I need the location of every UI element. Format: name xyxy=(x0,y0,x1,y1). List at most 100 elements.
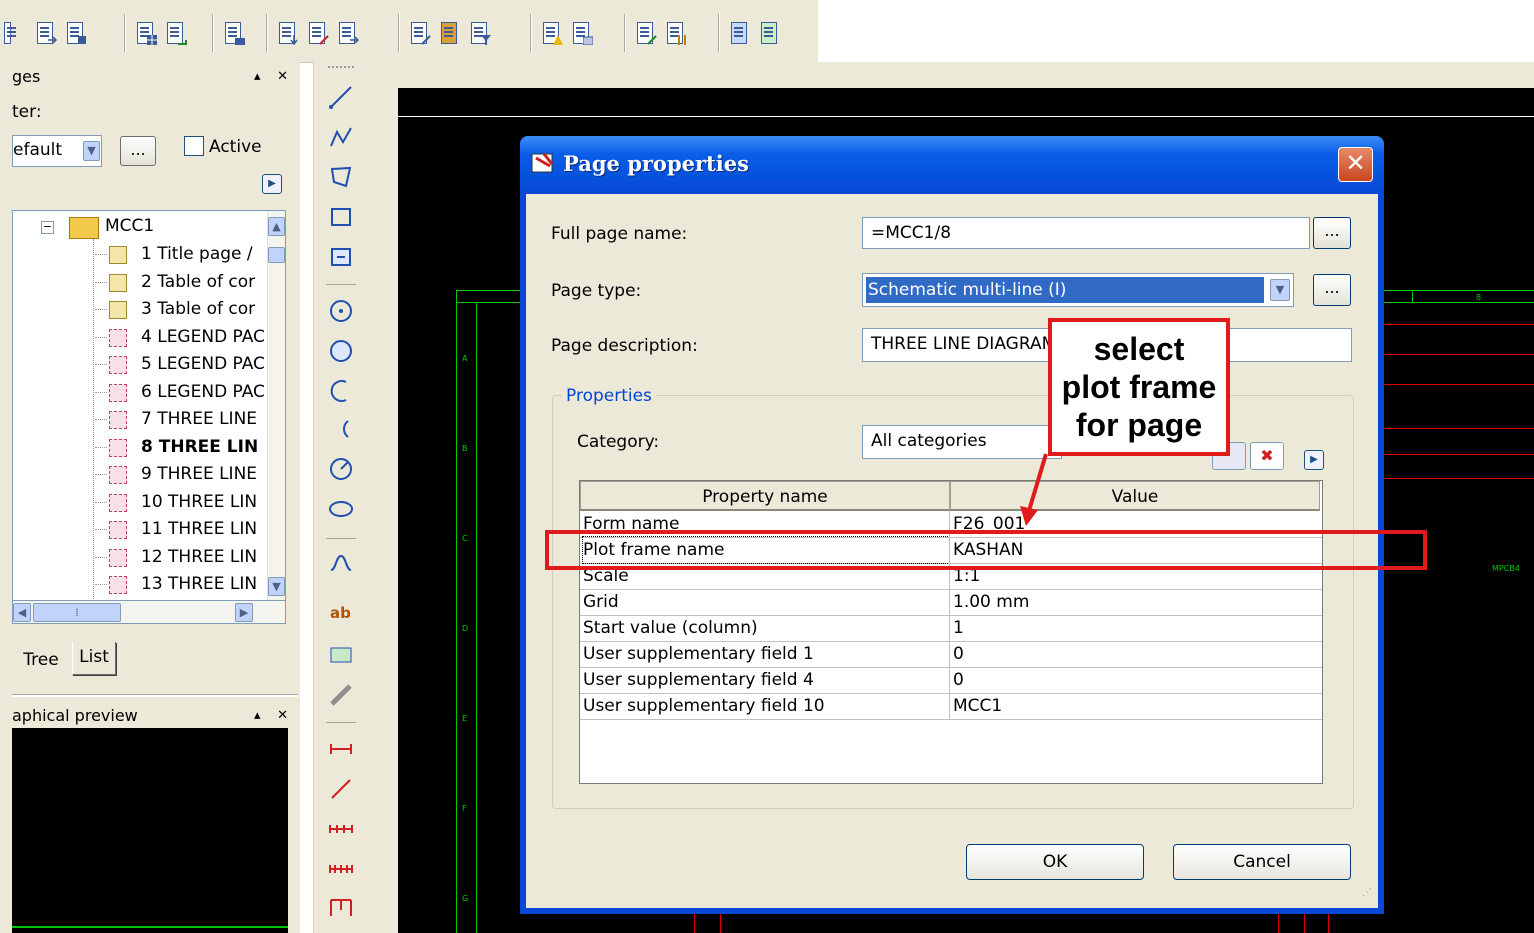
tree-item[interactable]: 3 Table of cor xyxy=(141,296,255,323)
property-value-cell[interactable]: MCC1 xyxy=(953,693,1319,719)
page-table-icon[interactable] xyxy=(134,20,158,46)
scroll-right-icon[interactable]: ▶ xyxy=(235,603,253,622)
line-tool-icon[interactable] xyxy=(328,84,354,110)
resize-grip-icon[interactable]: ⋰ xyxy=(1354,884,1372,902)
tree-horizontal-scrollbar[interactable]: ◀ ⁞ ▶ xyxy=(12,600,286,624)
scroll-left-icon[interactable]: ◀ xyxy=(13,603,31,622)
tree-item[interactable]: 5 LEGEND PAC xyxy=(141,351,265,378)
page-report-icon[interactable] xyxy=(438,20,462,46)
ok-button[interactable]: OK xyxy=(966,844,1144,880)
tree-vertical-scrollbar[interactable]: ▲ ▼ xyxy=(267,211,285,601)
page-insert-icon[interactable] xyxy=(164,20,188,46)
row-letter: G xyxy=(462,894,469,903)
svg-text:ab: ab xyxy=(330,604,351,622)
link-tool-icon[interactable] xyxy=(328,682,354,708)
tree-item[interactable]: 2 Table of cor xyxy=(141,269,255,296)
arc-tool-icon[interactable] xyxy=(328,378,354,404)
page-tool-icon[interactable] xyxy=(4,20,28,46)
active-checkbox[interactable] xyxy=(184,136,204,156)
preview-frame-line xyxy=(12,926,288,928)
project-folder-icon xyxy=(69,217,99,239)
collapse-toggle-icon[interactable]: − xyxy=(41,221,54,234)
circle-center-tool-icon[interactable] xyxy=(328,298,354,324)
polygon-tool-icon[interactable] xyxy=(328,164,354,190)
expand-arrow-icon[interactable]: ▶ xyxy=(1304,450,1324,470)
filter-dots-button[interactable]: ... xyxy=(120,136,156,166)
table-row[interactable]: User supplementary field 4 0 xyxy=(580,667,1322,694)
panel-expand-icon[interactable]: ▶ xyxy=(262,174,282,194)
panel-divider xyxy=(12,694,298,697)
property-value-cell[interactable]: 0 xyxy=(953,641,1319,667)
full-page-name-dots-button[interactable]: ... xyxy=(1313,217,1351,249)
full-page-name-field[interactable]: =MCC1/8 xyxy=(862,217,1310,249)
tab-tree[interactable]: Tree xyxy=(12,645,70,675)
spline-tool-icon[interactable] xyxy=(328,550,354,576)
scroll-down-icon[interactable]: ▼ xyxy=(268,577,285,596)
page-export-icon[interactable] xyxy=(408,20,432,46)
tree-item[interactable]: 12 THREE LIN xyxy=(141,544,257,571)
dimension-chain-icon[interactable] xyxy=(328,816,354,842)
table-row[interactable]: Grid 1.00 mm xyxy=(580,589,1322,616)
tree-item[interactable]: 6 LEGEND PAC xyxy=(141,379,265,406)
tree-item[interactable]: 11 THREE LIN xyxy=(141,516,257,543)
circle-tool-icon[interactable] xyxy=(328,338,354,364)
tree-item[interactable]: 4 LEGEND PAC xyxy=(141,324,265,351)
tree-item[interactable]: 1 Title page / xyxy=(141,241,253,268)
dimension-linear-icon[interactable] xyxy=(328,736,354,762)
red-wire xyxy=(1384,324,1534,325)
sector-tool-icon[interactable] xyxy=(328,456,354,482)
polyline-tool-icon[interactable] xyxy=(328,124,354,150)
page-graphic-icon[interactable] xyxy=(222,20,246,46)
property-value-cell[interactable]: 1 xyxy=(953,615,1319,641)
page-next-icon[interactable] xyxy=(336,20,360,46)
preview-pin-close-icon[interactable]: ▴ ✕ xyxy=(254,705,294,727)
dimension-increment-icon[interactable] xyxy=(328,894,354,920)
scroll-up-icon[interactable]: ▲ xyxy=(268,217,285,236)
arc-three-point-tool-icon[interactable] xyxy=(328,416,354,442)
ellipse-tool-icon[interactable] xyxy=(328,496,354,522)
chevron-down-icon[interactable]: ▼ xyxy=(1270,279,1290,301)
page-red-icon[interactable] xyxy=(306,20,330,46)
page-edit-icon[interactable] xyxy=(634,20,658,46)
page-type-dots-button[interactable]: ... xyxy=(1313,274,1351,306)
page-copy-icon[interactable] xyxy=(64,20,88,46)
page-move-icon[interactable] xyxy=(34,20,58,46)
page-down-icon[interactable] xyxy=(276,20,300,46)
page-layers-icon[interactable] xyxy=(728,20,752,46)
scroll-thumb[interactable] xyxy=(268,247,285,263)
tree-item[interactable]: 7 THREE LINE xyxy=(141,406,257,433)
tree-item[interactable]: 9 THREE LINE xyxy=(141,461,257,488)
column-header-property-name[interactable]: Property name xyxy=(580,481,950,511)
close-icon[interactable]: ✕ xyxy=(1338,147,1373,182)
tab-list[interactable]: List xyxy=(72,642,116,675)
tree-item[interactable]: 10 THREE LIN xyxy=(141,489,257,516)
delete-property-icon[interactable]: ✖ xyxy=(1250,442,1284,470)
table-row[interactable]: Start value (column) 1 xyxy=(580,615,1322,642)
filter-combo-value: efault xyxy=(13,140,63,160)
page-warning-icon[interactable] xyxy=(540,20,564,46)
column-header-value[interactable]: Value xyxy=(950,481,1320,511)
panel-pin-close-icon[interactable]: ▴ ✕ xyxy=(254,66,294,88)
text-tool-icon[interactable]: ab xyxy=(328,600,354,626)
table-row[interactable]: User supplementary field 10 MCC1 xyxy=(580,693,1322,720)
property-value-cell[interactable]: 1.00 mm xyxy=(953,589,1319,615)
table-row[interactable]: User supplementary field 1 0 xyxy=(580,641,1322,668)
insert-rect-tool-icon[interactable] xyxy=(328,244,354,270)
page-view-icon[interactable] xyxy=(570,20,594,46)
dimension-aligned-icon[interactable] xyxy=(328,776,354,802)
filter-combo[interactable]: efault ▼ xyxy=(12,135,102,167)
tree-item[interactable]: 8 THREE LIN xyxy=(141,434,258,461)
page-filter-icon[interactable] xyxy=(468,20,492,46)
hscroll-thumb[interactable]: ⁞ xyxy=(33,603,121,622)
property-value-cell[interactable]: 0 xyxy=(953,667,1319,693)
page-3d-icon[interactable] xyxy=(758,20,782,46)
page-type-select[interactable]: Schematic multi-line (I) ▼ xyxy=(862,273,1294,307)
chevron-down-icon[interactable]: ▼ xyxy=(83,141,100,161)
page-sort-icon[interactable] xyxy=(664,20,688,46)
cancel-button[interactable]: Cancel xyxy=(1173,844,1351,880)
tree-item[interactable]: 13 THREE LIN xyxy=(141,571,257,598)
tree-root-label[interactable]: MCC1 xyxy=(105,213,154,240)
image-tool-icon[interactable] xyxy=(328,642,354,668)
rectangle-tool-icon[interactable] xyxy=(328,204,354,230)
dimension-baseline-icon[interactable] xyxy=(328,856,354,882)
